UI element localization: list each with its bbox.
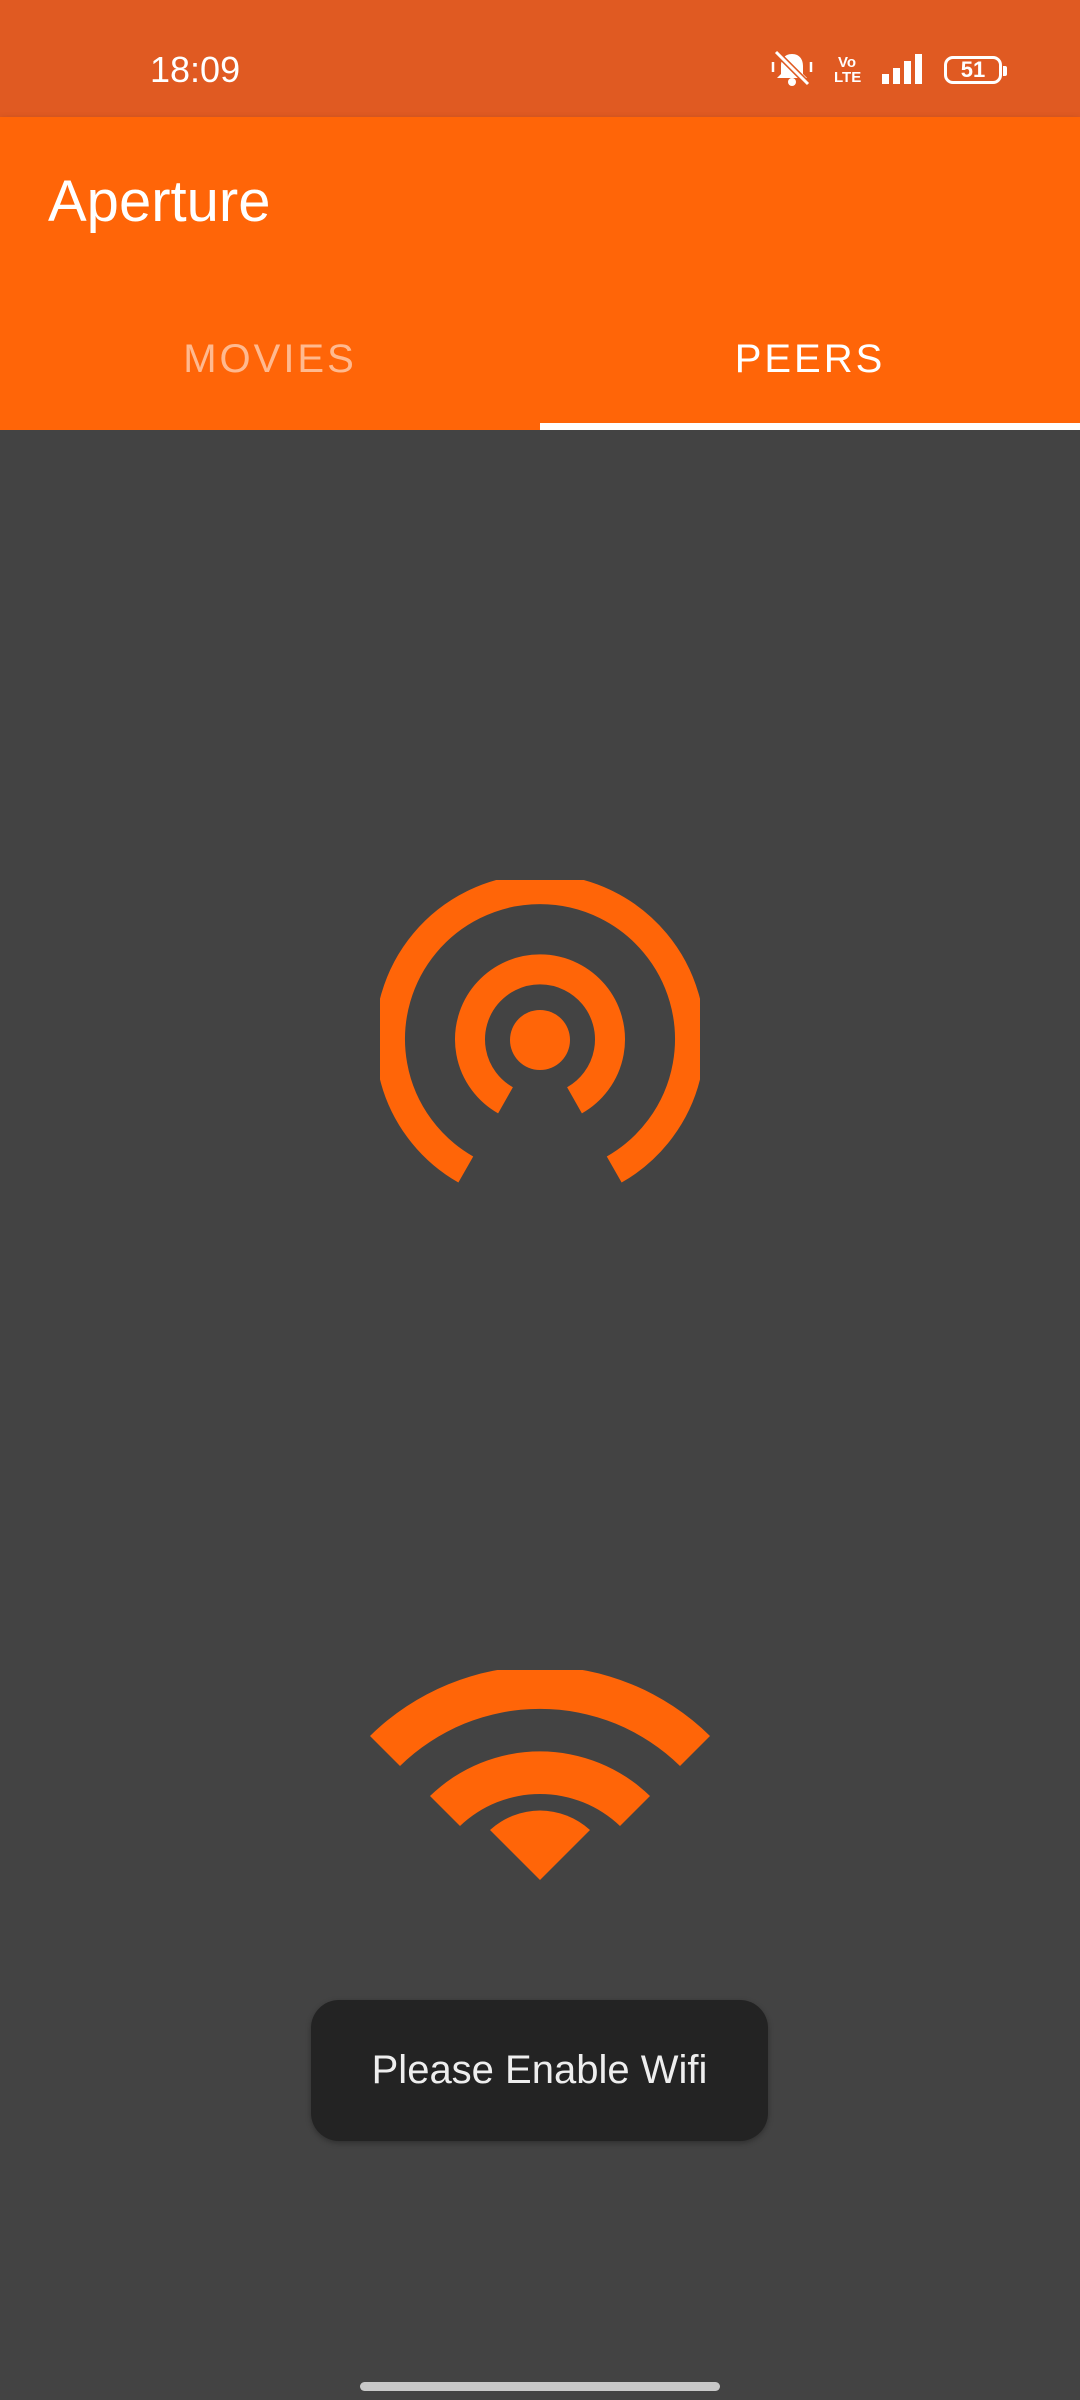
volte-line-1: Vo: [837, 54, 857, 71]
tab-bar: MOVIES PEERS: [0, 289, 1080, 430]
battery-level: 51: [960, 57, 986, 82]
hotspot-icon: [375, 874, 705, 1200]
tab-peers[interactable]: PEERS: [540, 289, 1080, 430]
app-title: Aperture: [48, 169, 271, 234]
status-bar: 18:09 Vo LTE 51: [0, 0, 1080, 117]
toast-message: Please Enable Wifi: [311, 2000, 768, 2141]
status-time: 18:09: [150, 49, 241, 90]
volte-icon: Vo LTE: [834, 54, 862, 86]
battery-icon: 51: [944, 56, 1007, 84]
app-bar: Aperture MOVIES PEERS: [0, 117, 1080, 430]
tab-movies[interactable]: MOVIES: [0, 289, 540, 430]
volte-line-2: LTE: [834, 69, 862, 86]
wifi-icon: [370, 1666, 710, 1890]
status-icons: Vo LTE 51: [770, 48, 1007, 93]
muted-bell-icon: [770, 48, 814, 93]
home-indicator[interactable]: [360, 2382, 720, 2391]
peers-content: Please Enable Wifi: [0, 430, 1080, 2400]
signal-icon: [880, 52, 924, 89]
